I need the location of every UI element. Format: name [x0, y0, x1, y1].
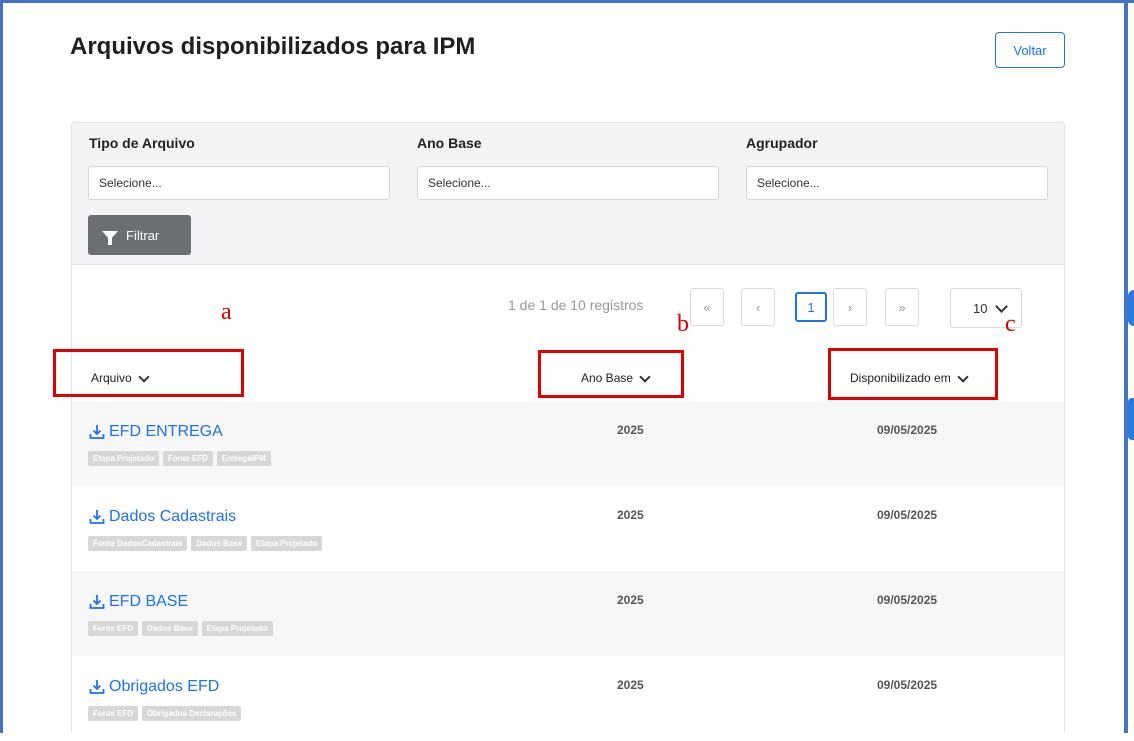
- page-prev-button[interactable]: ‹: [741, 288, 775, 326]
- tag: EntregaIPM: [216, 451, 271, 466]
- table-row: EFD ENTREGA Etapa Projetado Fonte EFD En…: [72, 401, 1064, 486]
- column-header-label: Disponibilizado em: [850, 371, 951, 385]
- side-tab[interactable]: [1128, 398, 1134, 440]
- filter-ano-select[interactable]: Selecione...: [417, 166, 719, 200]
- column-header-ano-base[interactable]: Ano Base: [581, 370, 651, 385]
- download-icon: [89, 425, 105, 439]
- chevron-down-icon: [639, 370, 651, 383]
- cell-disponibilizado: 09/05/2025: [877, 678, 938, 692]
- table-row: EFD BASE Fonte EFD Dados Base Etapa Proj…: [72, 571, 1064, 656]
- annotation-box-a: [53, 349, 244, 397]
- chevron-down-icon: [957, 370, 969, 383]
- cell-ano-base: 2025: [617, 593, 644, 607]
- filter-button-label: Filtrar: [126, 227, 160, 243]
- table-row: Obrigados EFD Fonte EFD Obrigados Declar…: [72, 656, 1064, 741]
- file-name: Obrigados EFD: [109, 678, 220, 695]
- download-icon: [89, 595, 105, 609]
- download-icon: [89, 680, 105, 694]
- window-edge: [1124, 0, 1128, 733]
- tag: Etapa Projetado: [88, 451, 159, 466]
- tag-list: Fonte EFD Obrigados Declarações: [88, 706, 242, 721]
- cell-ano-base: 2025: [617, 678, 644, 692]
- per-page-value: 10: [973, 300, 988, 316]
- download-icon: [89, 510, 105, 524]
- cell-disponibilizado: 09/05/2025: [877, 593, 938, 607]
- page-first-button[interactable]: «: [690, 288, 724, 326]
- file-link[interactable]: EFD ENTREGA: [89, 423, 223, 441]
- records-info: 1 de 1 de 10 registros: [508, 297, 644, 313]
- tag: Fonte DadosCadastrais: [88, 536, 188, 551]
- tag: Dados Base: [142, 621, 198, 636]
- annotation-b: b: [677, 311, 689, 337]
- filter-ano-label: Ano Base: [417, 135, 482, 151]
- filter-tipo-label: Tipo de Arquivo: [89, 135, 195, 151]
- page-last-button[interactable]: »: [885, 288, 919, 326]
- back-button[interactable]: Voltar: [995, 32, 1065, 68]
- annotation-a: a: [221, 299, 232, 325]
- tag-list: Fonte EFD Dados Base Etapa Projetado: [88, 621, 273, 636]
- annotation-c: c: [1005, 311, 1016, 337]
- page-next-button[interactable]: ›: [833, 288, 867, 326]
- cell-ano-base: 2025: [617, 423, 644, 437]
- column-header-disponibilizado[interactable]: Disponibilizado em: [850, 370, 969, 385]
- tag: Etapa Projetado: [251, 536, 323, 551]
- column-header-arquivo[interactable]: Arquivo: [91, 370, 150, 385]
- table-row: Dados Cadastrais Fonte DadosCadastrais D…: [72, 486, 1064, 571]
- tag: Fonte EFD: [162, 451, 213, 466]
- file-name: Dados Cadastrais: [109, 508, 237, 525]
- side-widget[interactable]: [1128, 290, 1134, 326]
- cell-disponibilizado: 09/05/2025: [877, 423, 938, 437]
- tag: Fonte EFD: [88, 706, 138, 721]
- tag: Etapa Projetado: [201, 621, 273, 636]
- tag: Obrigados Declarações: [142, 706, 242, 721]
- file-link[interactable]: Obrigados EFD: [89, 678, 219, 696]
- tag-list: Etapa Projetado Fonte EFD EntregaIPM: [88, 451, 271, 466]
- tag: Dados Base: [191, 536, 248, 551]
- file-link[interactable]: Dados Cadastrais: [89, 508, 236, 526]
- cell-disponibilizado: 09/05/2025: [877, 508, 938, 522]
- page-current-button[interactable]: 1: [795, 292, 827, 322]
- filter-button[interactable]: Filtrar: [88, 215, 191, 255]
- file-name: EFD BASE: [109, 593, 189, 610]
- chevron-down-icon: [138, 370, 150, 383]
- filter-tipo-select[interactable]: Selecione...: [88, 166, 390, 200]
- filter-agrupador-select[interactable]: Selecione...: [746, 166, 1048, 200]
- file-name: EFD ENTREGA: [109, 423, 223, 440]
- page-title: Arquivos disponibilizados para IPM: [70, 33, 476, 60]
- file-link[interactable]: EFD BASE: [89, 593, 188, 611]
- tag-list: Fonte DadosCadastrais Dados Base Etapa P…: [88, 536, 323, 551]
- tag: Fonte EFD: [88, 621, 138, 636]
- column-header-label: Arquivo: [91, 371, 132, 385]
- column-header-label: Ano Base: [581, 371, 634, 385]
- cell-ano-base: 2025: [617, 508, 644, 522]
- funnel-icon: [102, 230, 118, 245]
- filter-agrupador-label: Agrupador: [746, 135, 818, 151]
